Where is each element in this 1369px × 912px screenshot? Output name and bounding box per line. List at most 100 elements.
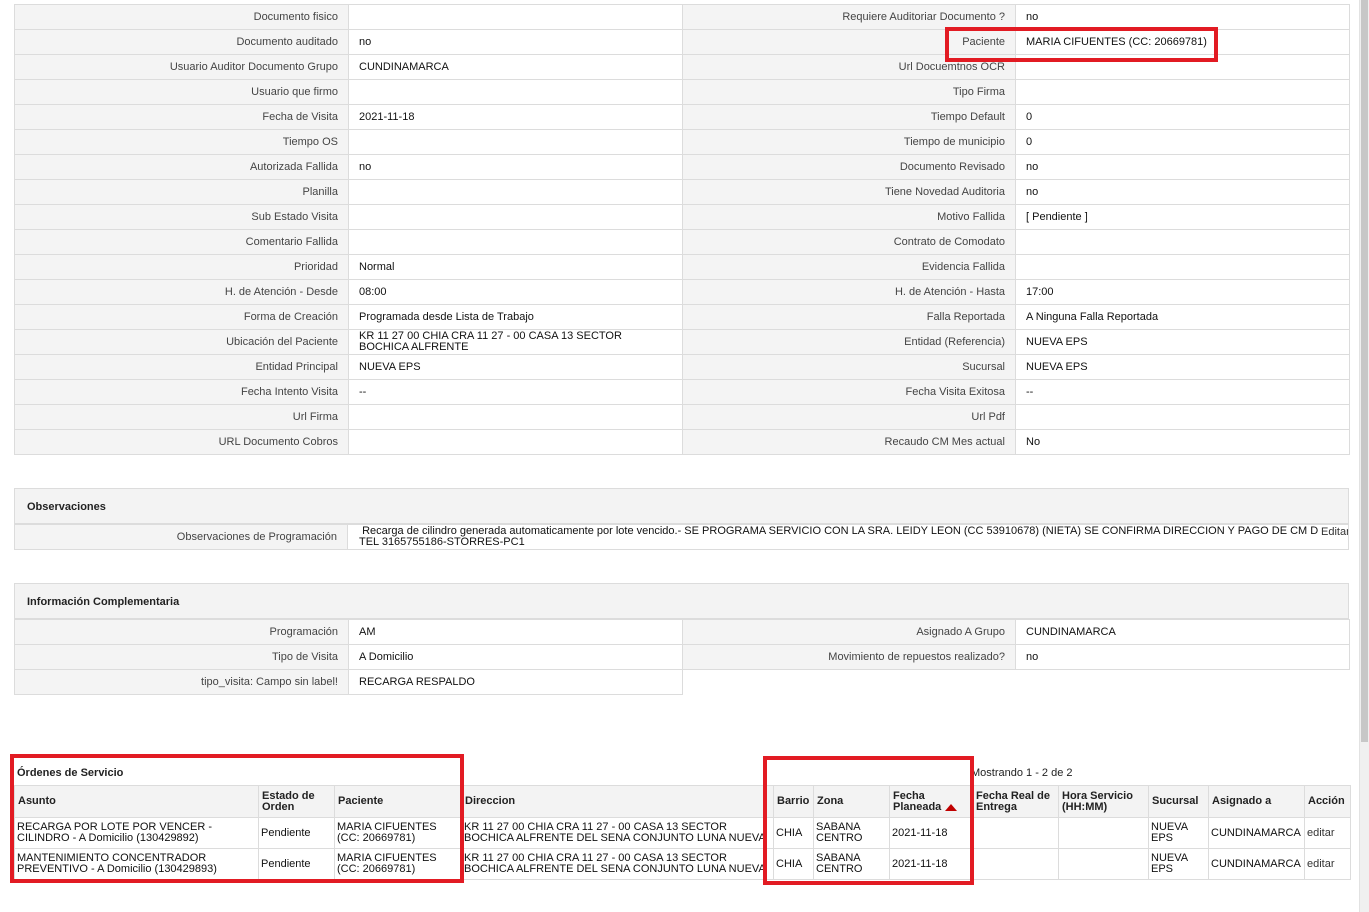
- field-value: [1015, 79, 1350, 105]
- field-value: [348, 204, 683, 230]
- cell-zona: SABANA CENTRO: [813, 817, 890, 849]
- cell-asunto: MANTENIMIENTO CONCENTRADOR PREVENTIVO - …: [14, 848, 259, 880]
- detail-row: Documento fisico Requiere Auditoriar Docu…: [14, 4, 1350, 30]
- edit-observaciones-link[interactable]: Editar: [1319, 526, 1348, 538]
- field-value: 08:00: [348, 279, 683, 305]
- column-header[interactable]: Asunto: [14, 785, 259, 818]
- field-label: Movimiento de repuestos realizado?: [682, 644, 1016, 670]
- field-label: Tiempo OS: [14, 129, 349, 155]
- field-value: Programada desde Lista de Trabajo: [348, 304, 683, 330]
- field-label: Url Firma: [14, 404, 349, 430]
- field-value: 0: [1015, 129, 1350, 155]
- field-value: A Domicilio: [348, 644, 683, 670]
- column-header-label: Asunto: [18, 795, 56, 807]
- field-value: NUEVA EPS: [1015, 354, 1350, 380]
- field-value: [348, 429, 683, 455]
- field-value: no: [1015, 154, 1350, 180]
- field-value: MARIA CIFUENTES (CC: 20669781): [1015, 29, 1350, 55]
- column-header[interactable]: Hora Servicio (HH:MM): [1058, 785, 1149, 818]
- cell-estado: Pendiente: [258, 817, 335, 849]
- field-value: 0: [1015, 104, 1350, 130]
- field-value: A Ninguna Falla Reportada: [1015, 304, 1350, 330]
- column-header[interactable]: Asignado a: [1208, 785, 1305, 818]
- field-value: [348, 229, 683, 255]
- detail-row: Usuario Auditor Documento Grupo CUNDINAMA…: [14, 54, 1350, 80]
- cell-sucursal: NUEVA EPS: [1148, 817, 1209, 849]
- cell-paciente: MARIA CIFUENTES (CC: 20669781): [334, 848, 462, 880]
- field-value: CUNDINAMARCA: [348, 54, 683, 80]
- column-header[interactable]: Fecha Real de Entrega: [972, 785, 1059, 818]
- field-value: [348, 129, 683, 155]
- detail-table: Documento fisico Requiere Auditoriar Docu…: [14, 4, 1350, 455]
- observaciones-value: Recarga de cilindro generada automaticam…: [359, 525, 1326, 548]
- field-value: [348, 4, 683, 30]
- column-header-label: Barrio: [777, 795, 810, 807]
- orders-count: Mostrando 1 - 2 de 2: [971, 767, 1073, 779]
- cell-direccion: KR 11 27 00 CHIA CRA 11 27 - 00 CASA 13 …: [461, 817, 774, 849]
- detail-row: Documento auditado no Paciente MARIA CIFUEN…: [14, 29, 1350, 55]
- detail-row: URL Documento Cobros Recaudo CM Mes actua…: [14, 429, 1350, 455]
- cell-zona: SABANA CENTRO: [813, 848, 890, 880]
- column-header[interactable]: Sucursal: [1148, 785, 1209, 818]
- column-header[interactable]: Barrio: [773, 785, 814, 818]
- field-label: Contrato de Comodato: [682, 229, 1016, 255]
- field-value: Normal: [348, 254, 683, 280]
- field-value: NUEVA EPS: [348, 354, 683, 380]
- field-value: No: [1015, 429, 1350, 455]
- column-header[interactable]: Fecha Planeada: [889, 785, 973, 818]
- cell-hora: [1058, 848, 1149, 880]
- field-label: Tiempo Default: [682, 104, 1016, 130]
- column-header-label: Estado de Orden: [262, 789, 315, 813]
- field-label: Programación: [14, 619, 349, 645]
- observaciones-label: Observaciones de Programación: [15, 525, 348, 549]
- cell-hora: [1058, 817, 1149, 849]
- edit-order-link[interactable]: editar: [1307, 858, 1335, 870]
- detail-row: Programación AM Asignado A Grupo CUNDINAMAR…: [14, 619, 1350, 645]
- detail-row: Comentario Fallida Contrato de Comodato: [14, 229, 1350, 255]
- detail-row: Sub Estado Visita Motivo Fallida[ Pendien…: [14, 204, 1350, 230]
- field-label: Tipo Firma: [682, 79, 1016, 105]
- cell-accion: editar: [1304, 817, 1351, 849]
- complementaria-header: Información Complementaria: [14, 583, 1349, 619]
- column-header[interactable]: Estado de Orden: [258, 785, 335, 818]
- vertical-scrollbar[interactable]: [1359, 0, 1369, 912]
- cell-fecha-planeada: 2021-11-18: [889, 848, 973, 880]
- field-label: Tiempo de municipio: [682, 129, 1016, 155]
- field-value: no: [348, 29, 683, 55]
- column-header-label: Paciente: [338, 795, 384, 807]
- column-header[interactable]: Zona: [813, 785, 890, 818]
- cell-fecha-real: [972, 817, 1059, 849]
- field-label: Url Pdf: [682, 404, 1016, 430]
- field-label: Autorizada Fallida: [14, 154, 349, 180]
- column-header[interactable]: Paciente: [334, 785, 462, 818]
- field-label: Asignado A Grupo: [682, 619, 1016, 645]
- field-value: no: [1015, 179, 1350, 205]
- detail-row: tipo_visita: Campo sin label! RECARGA RE…: [14, 669, 683, 695]
- field-value: CUNDINAMARCA: [1015, 619, 1350, 645]
- field-value: KR 11 27 00 CHIA CRA 11 27 - 00 CASA 13 …: [348, 329, 683, 355]
- field-value: [1015, 254, 1350, 280]
- field-value: AM: [348, 619, 683, 645]
- complementaria-table: Programación AM Asignado A Grupo CUNDINAMAR…: [14, 619, 1350, 670]
- column-header[interactable]: Acción: [1304, 785, 1351, 818]
- table-row[interactable]: RECARGA POR LOTE POR VENCER - CILINDRO -…: [14, 817, 1351, 849]
- field-label: Tiene Novedad Auditoria: [682, 179, 1016, 205]
- field-value: no: [348, 154, 683, 180]
- detail-row: Usuario que firmo Tipo Firma: [14, 79, 1350, 105]
- field-label: Documento Revisado: [682, 154, 1016, 180]
- table-row[interactable]: MANTENIMIENTO CONCENTRADOR PREVENTIVO - …: [14, 848, 1351, 880]
- field-label: Documento fisico: [14, 4, 349, 30]
- detail-row: Tipo de Visita A Domicilio Movimiento de r…: [14, 644, 1350, 670]
- edit-order-link[interactable]: editar: [1307, 827, 1335, 839]
- observaciones-row: Observaciones de Programación Recarga de…: [14, 524, 1349, 550]
- detail-row: Fecha Intento Visita -- Fecha Visita Exito…: [14, 379, 1350, 405]
- cell-paciente: MARIA CIFUENTES (CC: 20669781): [334, 817, 462, 849]
- field-value: RECARGA RESPALDO: [348, 669, 683, 695]
- cell-asunto: RECARGA POR LOTE POR VENCER - CILINDRO -…: [14, 817, 259, 849]
- sort-ascending-icon[interactable]: [945, 803, 958, 811]
- scrollbar-thumb[interactable]: [1361, 0, 1368, 742]
- orders-title: Órdenes de Servicio: [17, 767, 124, 779]
- field-label: Entidad (Referencia): [682, 329, 1016, 355]
- field-label: Documento auditado: [14, 29, 349, 55]
- column-header[interactable]: Direccion: [461, 785, 774, 818]
